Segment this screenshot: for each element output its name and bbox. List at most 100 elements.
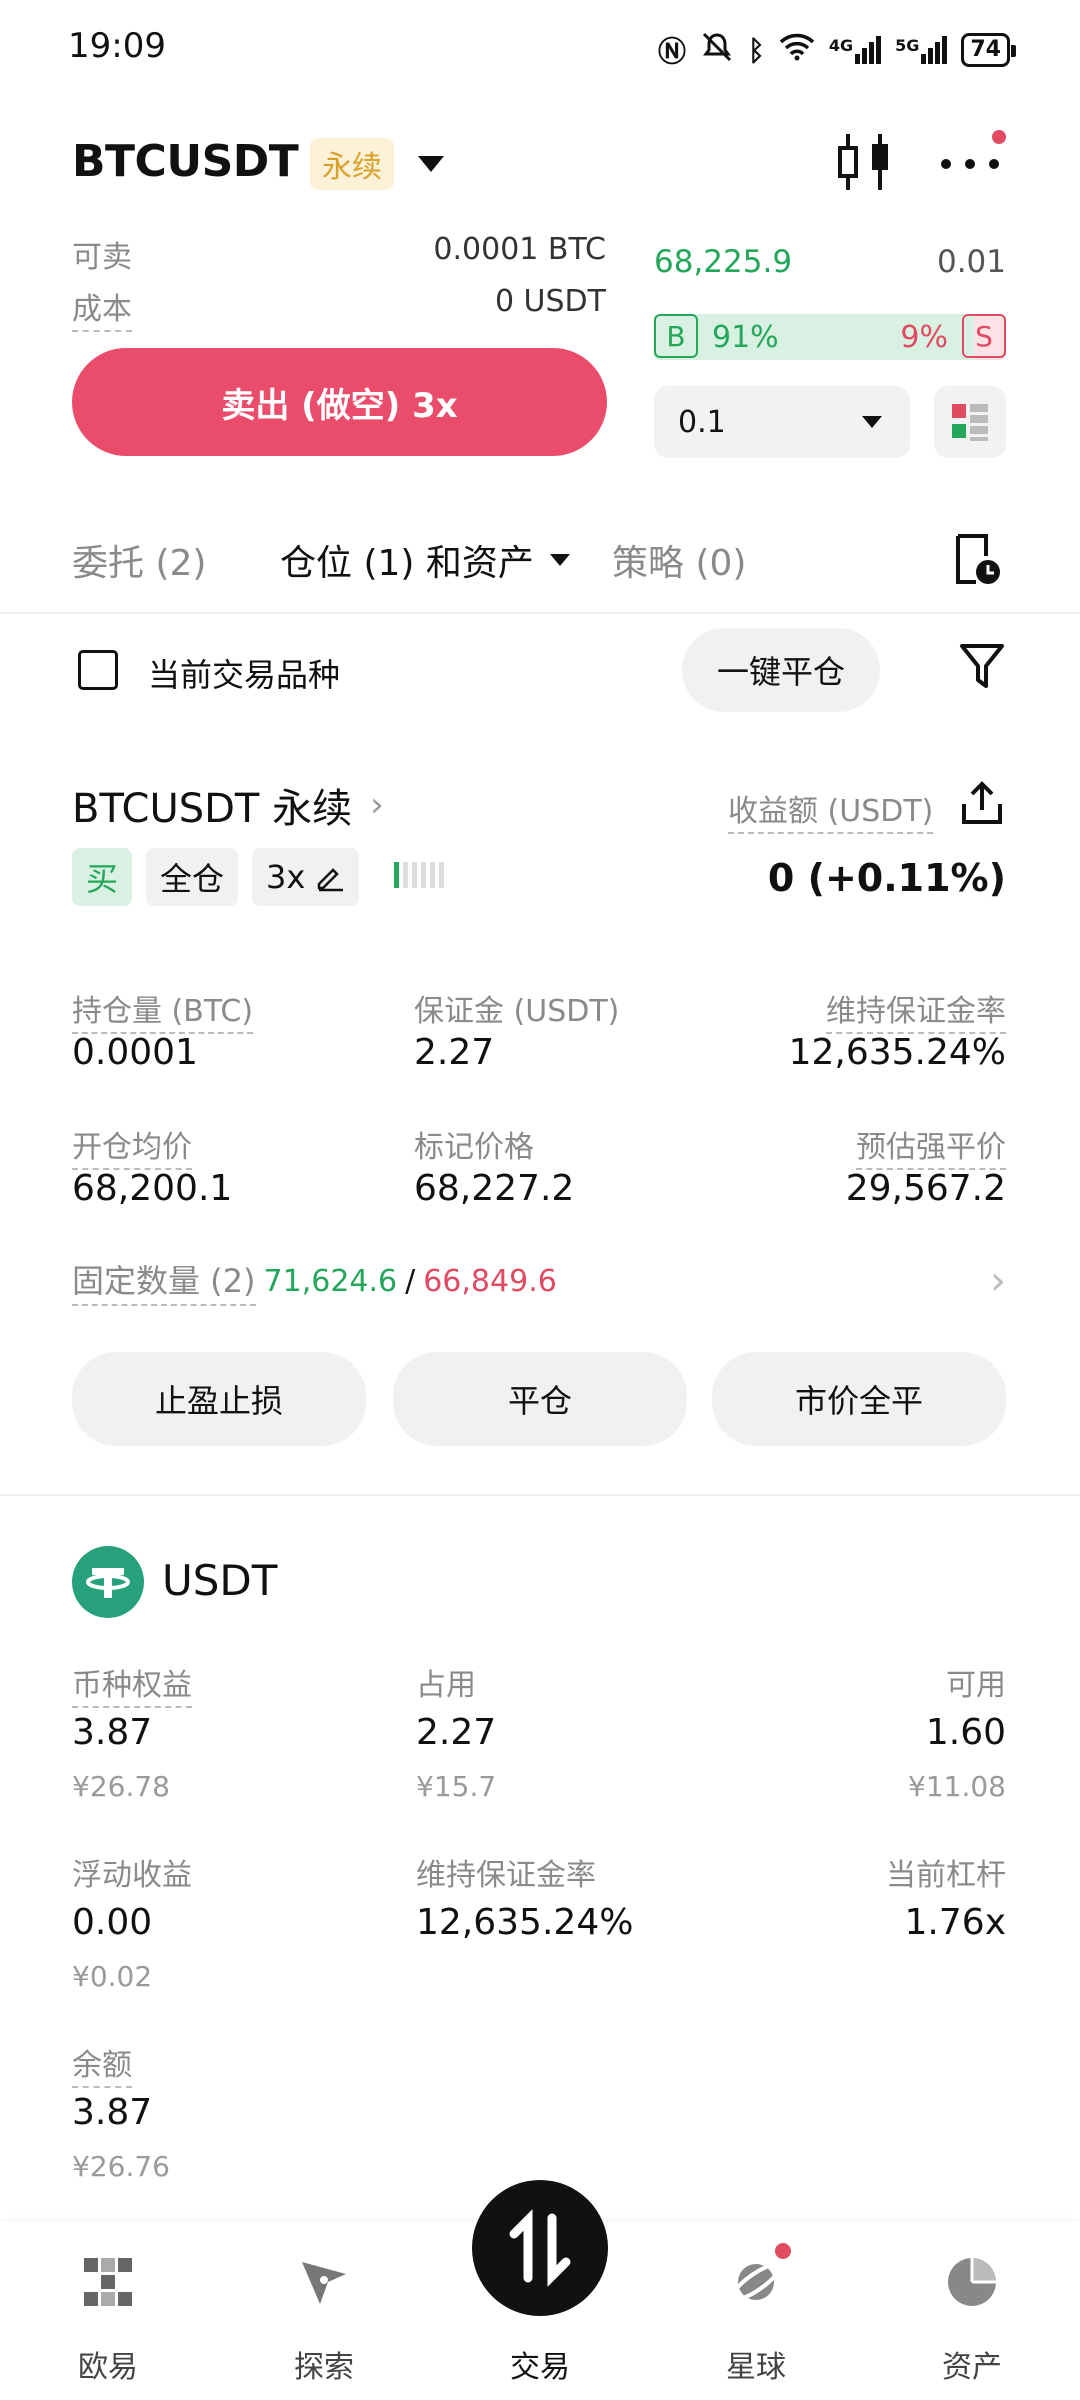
current-leverage-value: 1.76x [904,1902,1006,1943]
risk-level-icon [394,862,444,888]
market-close-button[interactable]: 市价全平 [712,1352,1006,1446]
tab-divider [0,612,1080,614]
nav-assets-label: 资产 [942,2350,1002,2385]
nav-explore[interactable]: 探索 [254,2222,394,2400]
buy-sell-ratio-bar: B 91% 9% S [654,312,1006,362]
pnl-label[interactable]: 收益额 (USDT) [728,786,934,834]
symbol-title[interactable]: BTCUSDT [72,136,299,187]
tpsl-row[interactable]: 固定数量 (2) 71,624.6 / 66,849.6 › [72,1256,1006,1306]
margin-mode-tag: 全仓 [146,848,239,906]
take-profit-price: 71,624.6 [263,1263,398,1299]
position-symbol: BTCUSDT 永续 [72,786,353,832]
nav-trade[interactable]: 交易 [470,2180,610,2400]
filter-icon[interactable] [958,642,1006,696]
margin-label: 保证金 (USDT) [414,994,620,1029]
battery-icon: 74 [961,33,1016,67]
balance-label[interactable]: 余额 [72,2040,132,2088]
margin-value: 2.27 [414,1032,495,1073]
tab-positions-label: 仓位 (1) 和资产 [280,543,534,584]
orderbook-layout-icon [952,404,988,441]
tab-dropdown-icon [549,554,570,566]
okx-logo-icon [84,2258,132,2306]
available-value: 1.60 [925,1712,1006,1753]
current-symbol-label[interactable]: 当前交易品种 [148,650,340,696]
asset-maint-ratio-value: 12,635.24% [416,1902,634,1943]
nav-assets[interactable]: 资产 [902,2222,1042,2400]
position-size-value: 0.0001 [72,1032,198,1073]
buy-ratio: 91% [712,320,779,355]
nav-planet-label: 星球 [726,2350,786,2385]
tpsl-separator: / [405,1263,416,1299]
sell-short-button[interactable]: 卖出 (做空) 3x [72,348,607,456]
current-leverage-label: 当前杠杆 [886,1858,1006,1893]
sell-ratio: 9% [900,320,948,355]
position-title[interactable]: BTCUSDT 永续 › [72,776,384,834]
battery-level: 74 [970,37,1001,62]
asset-maint-ratio-label: 维持保证金率 [416,1858,596,1893]
available-label: 可用 [946,1668,1006,1703]
status-icons: Ⓝ ᛒ 4G 5G 74 [658,30,1016,70]
avg-open-price-value: 68,200.1 [72,1168,233,1209]
last-price[interactable]: 68,225.9 [654,244,792,280]
nfc-icon: Ⓝ [658,35,687,68]
share-icon[interactable] [960,780,1004,830]
tab-strategies[interactable]: 策略 (0) [612,534,746,586]
price-step[interactable]: 0.01 [937,244,1006,280]
more-menu-icon[interactable] [938,150,1008,184]
orderbook-layout-button[interactable] [934,386,1006,458]
order-history-icon[interactable] [950,532,1006,592]
network-type-1: 4G [828,36,854,55]
bottom-nav: 欧易 探索 交易 星球 资产 [0,2180,1080,2400]
tpsl-label: 固定数量 (2) [72,1256,256,1306]
perpetual-badge: 永续 [310,138,394,190]
balance-cny: ¥26.76 [72,2150,170,2183]
section-divider [0,1494,1080,1496]
balance-value: 3.87 [72,2092,153,2133]
signal-4g-icon: 4G [828,36,882,64]
buy-side-tag: 买 [72,848,133,906]
est-liq-price-label[interactable]: 预估强平价 [856,1122,1006,1170]
maint-margin-ratio-label[interactable]: 维持保证金率 [826,986,1006,1034]
signal-5g-icon: 5G [895,36,948,64]
quantity-value: 0.1 [678,404,726,440]
cost-value: 0 USDT [494,284,606,319]
used-cny: ¥15.7 [416,1770,497,1803]
equity-value: 3.87 [72,1712,153,1753]
close-all-button[interactable]: 一键平仓 [682,628,880,712]
available-cny: ¥11.08 [908,1770,1006,1803]
pie-chart-icon [948,2258,996,2306]
tab-positions-assets[interactable]: 仓位 (1) 和资产 [280,534,570,586]
tab-orders[interactable]: 委托 (2) [72,534,206,586]
leverage-tag[interactable]: 3x [252,848,360,906]
avg-open-price-label[interactable]: 开仓均价 [72,1122,192,1170]
close-position-button[interactable]: 平仓 [393,1352,687,1446]
network-type-2: 5G [895,36,920,55]
nav-trade-label: 交易 [510,2350,570,2385]
nav-home[interactable]: 欧易 [38,2222,178,2400]
pnl-value: 0 (+0.11%) [767,856,1006,900]
current-symbol-checkbox[interactable] [78,650,118,690]
sell-tag: S [962,314,1006,358]
mute-icon [700,32,734,69]
status-time: 19:09 [68,26,166,66]
position-size-label[interactable]: 持仓量 (BTC) [72,986,254,1034]
mark-price-value: 68,227.2 [414,1168,575,1209]
equity-label[interactable]: 币种权益 [72,1660,192,1708]
cost-label[interactable]: 成本 [72,284,132,332]
used-value: 2.27 [416,1712,497,1753]
nav-planet[interactable]: 星球 [686,2222,826,2400]
nav-explore-label: 探索 [294,2350,354,2385]
tpsl-button[interactable]: 止盈止损 [72,1352,366,1446]
bluetooth-icon: ᛒ [748,33,765,67]
maint-margin-ratio-value: 12,635.24% [788,1032,1006,1073]
used-label: 占用 [416,1668,476,1703]
nav-planet-badge [772,2240,794,2262]
floating-pnl-value: 0.00 [72,1902,153,1943]
candlestick-chart-icon[interactable] [834,130,894,198]
leverage-value: 3x [266,858,306,896]
symbol-dropdown-icon[interactable] [418,156,444,172]
asset-currency: USDT [162,1556,278,1605]
floating-pnl-label: 浮动收益 [72,1858,192,1893]
mark-price-label: 标记价格 [414,1130,534,1165]
quantity-select[interactable]: 0.1 [654,386,910,458]
